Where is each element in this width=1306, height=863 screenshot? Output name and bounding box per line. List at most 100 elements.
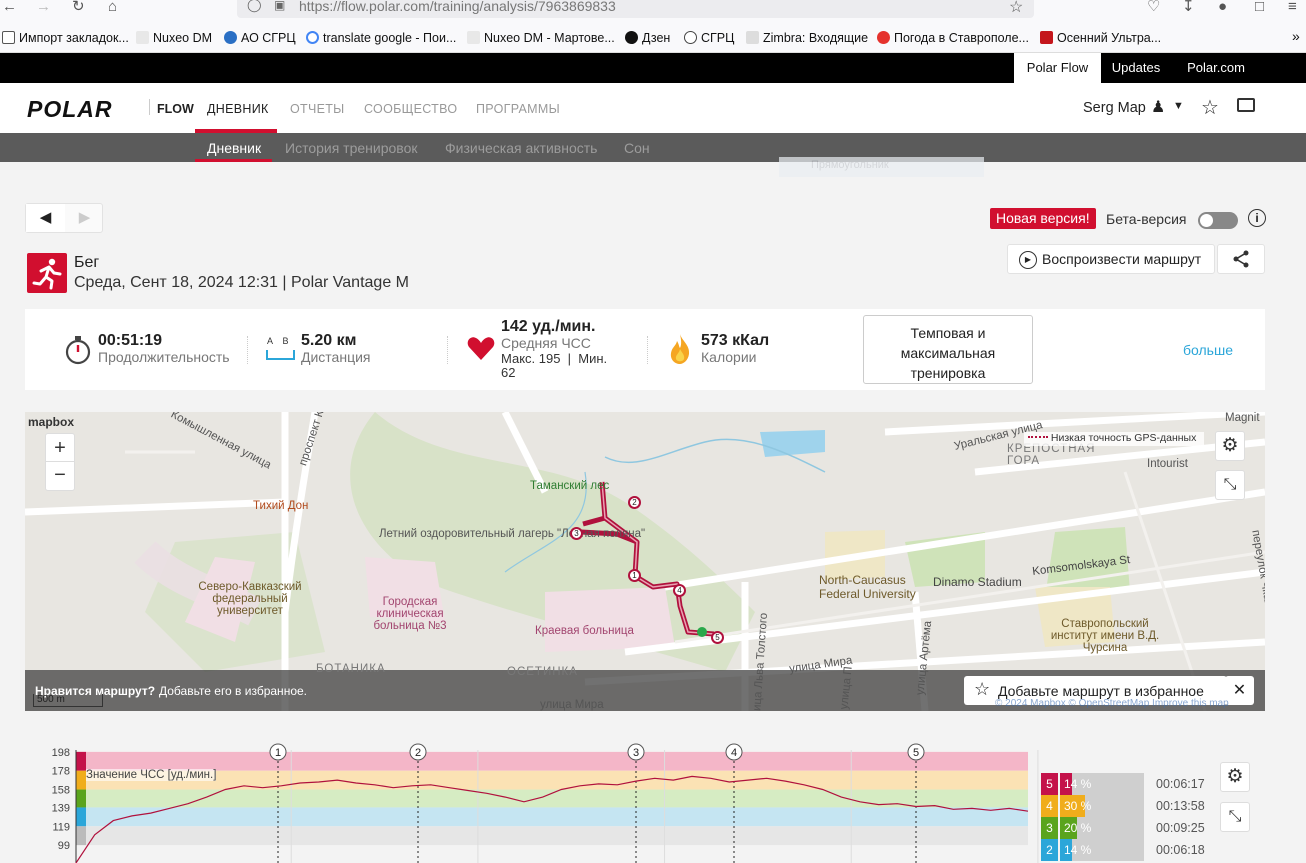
prev-arrow-icon[interactable]: ◀ bbox=[26, 204, 65, 232]
route-marker[interactable]: 5 bbox=[711, 631, 724, 644]
subtab-activity[interactable]: Физическая активность bbox=[445, 140, 597, 156]
topbar-link-polar-com[interactable]: Polar.com bbox=[1180, 53, 1252, 83]
zone-time: 00:06:18 bbox=[1156, 843, 1205, 857]
bookmark-item[interactable]: translate google - Пои... bbox=[306, 31, 456, 45]
account-icon[interactable]: ● bbox=[1218, 0, 1227, 14]
polar-topbar: Polar Flow Updates Polar.com bbox=[0, 53, 1306, 83]
mapbox-logo[interactable]: mapbox bbox=[28, 415, 74, 429]
bookmark-item[interactable]: Погода в Ставрополе... bbox=[877, 31, 1029, 45]
route-marker[interactable]: 1 bbox=[628, 569, 641, 582]
zone-time: 00:09:25 bbox=[1156, 821, 1205, 835]
menu-icon[interactable]: ≡ bbox=[1288, 0, 1297, 14]
subtab-diary[interactable]: Дневник bbox=[207, 140, 261, 156]
y-tick-label: 198 bbox=[52, 747, 70, 759]
zoom-out-icon[interactable]: − bbox=[46, 462, 74, 490]
leaf-icon bbox=[1040, 31, 1053, 44]
map-label: Тихий Дон bbox=[253, 500, 309, 512]
hr-zone-band bbox=[76, 751, 1028, 771]
new-version-badge[interactable]: Новая версия! bbox=[990, 208, 1096, 229]
hr-zone-band bbox=[76, 807, 1028, 827]
zone-time: 00:13:58 bbox=[1156, 799, 1205, 813]
replay-route-button[interactable]: ▶ Воспроизвести маршрут bbox=[1007, 244, 1215, 274]
map-label: Intourist bbox=[1147, 458, 1188, 470]
duration-value: 00:51:19 bbox=[98, 332, 163, 349]
bookmark-item[interactable]: Zimbra: Входящие bbox=[746, 31, 868, 45]
play-icon: ▶ bbox=[1019, 251, 1037, 269]
pocket-icon[interactable]: ♡ bbox=[1147, 0, 1160, 14]
map-label: Таманский лес bbox=[530, 480, 610, 492]
info-icon[interactable]: i bbox=[1248, 209, 1266, 227]
y-tick-label: 139 bbox=[52, 802, 70, 814]
bookmark-star-icon[interactable]: ☆ bbox=[1009, 0, 1023, 17]
hr-label: Средняя ЧСС bbox=[501, 335, 591, 351]
tab-diary[interactable]: ДНЕВНИК bbox=[207, 102, 269, 116]
zoom-in-icon[interactable]: + bbox=[46, 434, 74, 462]
hr-min: 62 bbox=[501, 365, 516, 380]
hr-value: 142 уд./мин. bbox=[501, 318, 596, 335]
route-map[interactable]: mapbox Тихий Дон Таманский лес Летний оз… bbox=[25, 412, 1265, 711]
user-icon[interactable]: ♟ bbox=[1151, 97, 1165, 117]
more-link[interactable]: больше bbox=[1183, 342, 1233, 358]
next-arrow-icon[interactable]: ▶ bbox=[66, 204, 103, 232]
bookmark-item[interactable]: Импорт закладок... bbox=[2, 31, 129, 45]
messages-icon[interactable] bbox=[1237, 98, 1255, 112]
shield-icon[interactable]: ◯ bbox=[247, 0, 262, 13]
downloads-icon[interactable]: ↧ bbox=[1182, 0, 1195, 14]
fullscreen-icon[interactable]: ⤡ bbox=[1215, 470, 1245, 500]
subtab-sleep[interactable]: Сон bbox=[624, 140, 650, 156]
bookmark-item[interactable]: Nuxeo DM bbox=[136, 31, 212, 45]
route-marker[interactable]: 2 bbox=[628, 496, 641, 509]
bookmark-item[interactable]: СГРЦ bbox=[684, 31, 734, 45]
lap-marker-label: 4 bbox=[731, 747, 737, 759]
chevron-down-icon[interactable]: ▼ bbox=[1173, 100, 1184, 112]
url-text: https://flow.polar.com/training/analysis… bbox=[299, 0, 616, 14]
bookmark-item[interactable]: Дзен bbox=[625, 31, 670, 45]
hr-zone-band bbox=[76, 770, 1028, 790]
route-marker[interactable]: 3 bbox=[570, 527, 583, 540]
overflow-chevron-icon[interactable]: » bbox=[1292, 28, 1300, 44]
chart-settings-gear-icon[interactable]: ⚙ bbox=[1220, 762, 1250, 792]
polar-logo[interactable]: POLAR bbox=[27, 96, 113, 123]
nuxeo-icon bbox=[136, 31, 149, 44]
hr-chart-svg[interactable]: 198 178 158 139 119 99 1 2 3 4 5 bbox=[0, 740, 1040, 863]
close-icon[interactable]: ✕ bbox=[1225, 676, 1254, 705]
topbar-link-updates[interactable]: Updates bbox=[1104, 53, 1168, 83]
zone-number: 5 bbox=[1041, 773, 1058, 795]
map-settings-gear-icon[interactable]: ⚙ bbox=[1215, 431, 1245, 461]
forward-icon[interactable]: → bbox=[36, 0, 51, 14]
bookmark-item[interactable]: Nuxeo DM - Мартове... bbox=[467, 31, 615, 45]
reload-icon[interactable]: ↻ bbox=[72, 0, 85, 14]
google-icon bbox=[306, 31, 319, 44]
y-tick-label: 119 bbox=[52, 821, 70, 833]
map-copyright[interactable]: © 2024 Mapbox © OpenStreetMap Improve th… bbox=[995, 698, 1229, 709]
beta-toggle[interactable] bbox=[1198, 212, 1238, 229]
zone-row: 3 20 % 00:09:25 bbox=[1041, 817, 1241, 839]
hr-zone-tab bbox=[76, 751, 86, 771]
stat-divider bbox=[247, 336, 248, 364]
duration-label: Продолжительность bbox=[98, 349, 230, 365]
hr-zone-tab bbox=[76, 807, 86, 827]
map-label: Городская клиническая больница №3 bbox=[373, 596, 447, 632]
url-field[interactable]: ◯ ▣ https://flow.polar.com/training/anal… bbox=[237, 0, 1034, 18]
favorites-star-icon[interactable]: ☆ bbox=[1201, 95, 1219, 120]
browser-toolbar: ← → ↻ ⌂ ◯ ▣ https://flow.polar.com/train… bbox=[0, 0, 1306, 24]
topbar-link-polar-flow[interactable]: Polar Flow bbox=[1014, 53, 1101, 83]
stat-divider bbox=[647, 336, 648, 364]
share-button[interactable] bbox=[1217, 244, 1265, 274]
add-to-favorites-label: Добавьте маршрут в избранное bbox=[998, 683, 1204, 699]
tab-programs[interactable]: ПРОГРАММЫ bbox=[476, 102, 560, 116]
home-icon[interactable]: ⌂ bbox=[108, 0, 117, 14]
training-benefit-button[interactable]: Темповая и максимальная тренировка bbox=[863, 315, 1033, 384]
map-scale: 500 m bbox=[33, 694, 103, 707]
bookmark-item[interactable]: АО СГРЦ bbox=[224, 31, 296, 45]
route-marker[interactable]: 4 bbox=[673, 584, 686, 597]
sub-nav: Дневник История тренировок Физическая ак… bbox=[0, 133, 1306, 162]
back-icon[interactable]: ← bbox=[2, 0, 17, 14]
tab-community[interactable]: СООБЩЕСТВО bbox=[364, 102, 457, 116]
tab-reports[interactable]: ОТЧЕТЫ bbox=[290, 102, 345, 116]
bookmark-item[interactable]: Осенний Ультра... bbox=[1040, 31, 1161, 45]
chart-fullscreen-icon[interactable]: ⤡ bbox=[1220, 802, 1250, 832]
subtab-training-history[interactable]: История тренировок bbox=[285, 140, 417, 156]
user-name[interactable]: Serg Map bbox=[1083, 100, 1146, 116]
extensions-icon[interactable]: □ bbox=[1255, 0, 1264, 14]
